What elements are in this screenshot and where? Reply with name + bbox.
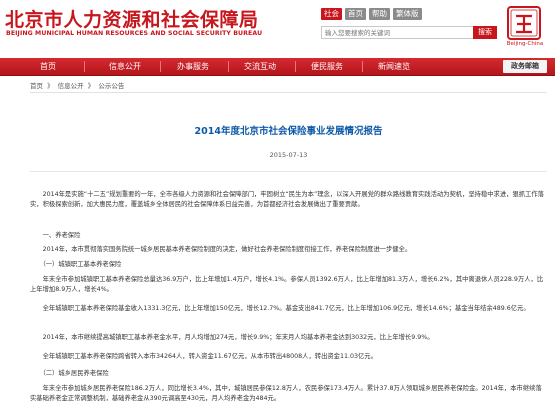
top-link-traditional[interactable]: 繁体版 [393, 8, 422, 20]
breadcrumb-home[interactable]: 首页 [30, 82, 43, 90]
article-date: 2015-07-13 [269, 151, 308, 159]
breadcrumb-separator: 》 [47, 82, 54, 90]
section-heading: 一、养老保险 [30, 232, 81, 239]
article-paragraph: 2014年，本市继续提高城镇职工基本养老金水平，月人均增加274元，增长9.9%… [30, 334, 434, 341]
top-link-society[interactable]: 社会 [321, 8, 342, 20]
breadcrumb-announcements[interactable]: 公示公告 [98, 82, 124, 90]
nav-separator [362, 61, 363, 72]
search-button[interactable]: 搜索 [473, 26, 497, 39]
nav-item-news[interactable]: 新闻速览 [369, 58, 419, 75]
article-paragraph: 全年城镇职工基本养老保险基金收入1331.3亿元，比上年增加150亿元，增长12… [30, 305, 530, 312]
nav-item-convenience[interactable]: 便民服务 [302, 58, 352, 75]
article-paragraph: 年末全市参加城乡居民养老保险186.2万人，同比增长3.4%，其中，城镇居民参保… [30, 385, 542, 402]
site-logo-subtitle: BEIJING MUNICIPAL HUMAN RESOURCES AND SO… [6, 30, 263, 37]
nav-item-info-public[interactable]: 信息公开 [100, 58, 150, 75]
main-nav: 首页 信息公开 办事服务 交流互动 便民服务 新闻速览 政务邮箱 [0, 58, 555, 76]
nav-separator [84, 61, 85, 72]
top-link-home[interactable]: 首页 [345, 8, 366, 20]
search-input[interactable] [321, 26, 474, 39]
article: 2014年度北京市社会保险事业发展情况报告 2015-07-13 2014年是实… [30, 92, 547, 414]
seal-caption: Beijing-China [506, 41, 544, 47]
nav-item-services[interactable]: 办事服务 [168, 58, 218, 75]
article-paragraph: 2014年，本市贯彻落实国务院统一城乡居民基本养老保险制度的决定，做好社会养老保… [30, 246, 412, 253]
site-header: 北京市人力资源和社会保障局 BEIJING MUNICIPAL HUMAN RE… [0, 0, 555, 58]
article-paragraph: 2014年是实施“十二五”规划重要的一年，全市各级人力资源和社会保障部门，牢固树… [30, 191, 544, 208]
top-links: 社会 首页 帮助 繁体版 [321, 8, 422, 20]
subsection-heading: （一）城镇职工基本养老保险 [30, 261, 122, 268]
gov-mailbox-button[interactable]: 政务邮箱 [503, 60, 547, 73]
top-link-help[interactable]: 帮助 [369, 8, 390, 20]
beijing-seal-icon [507, 6, 541, 40]
article-paragraph: 年末全市参加城镇职工基本养老保险总量达36.9万户，比上年增加1.4万户，增长4… [30, 276, 544, 293]
divider [30, 171, 547, 172]
nav-item-interaction[interactable]: 交流互动 [235, 58, 285, 75]
breadcrumb-separator: 》 [87, 82, 95, 90]
article-title: 2014年度北京市社会保险事业发展情况报告 [194, 126, 383, 137]
nav-item-home[interactable]: 首页 [30, 58, 66, 75]
article-paragraph: 全年城镇职工基本养老保险跨省转入本市34264人，转入资金11.67亿元，从本市… [30, 353, 377, 360]
site-logo-title[interactable]: 北京市人力资源和社会保障局 [5, 5, 259, 32]
nav-separator [160, 61, 161, 72]
nav-separator [295, 61, 296, 72]
nav-separator [228, 61, 229, 72]
subsection-heading: （二）城乡居民养老保险 [30, 370, 109, 377]
breadcrumb-info-public[interactable]: 信息公开 [58, 82, 84, 90]
